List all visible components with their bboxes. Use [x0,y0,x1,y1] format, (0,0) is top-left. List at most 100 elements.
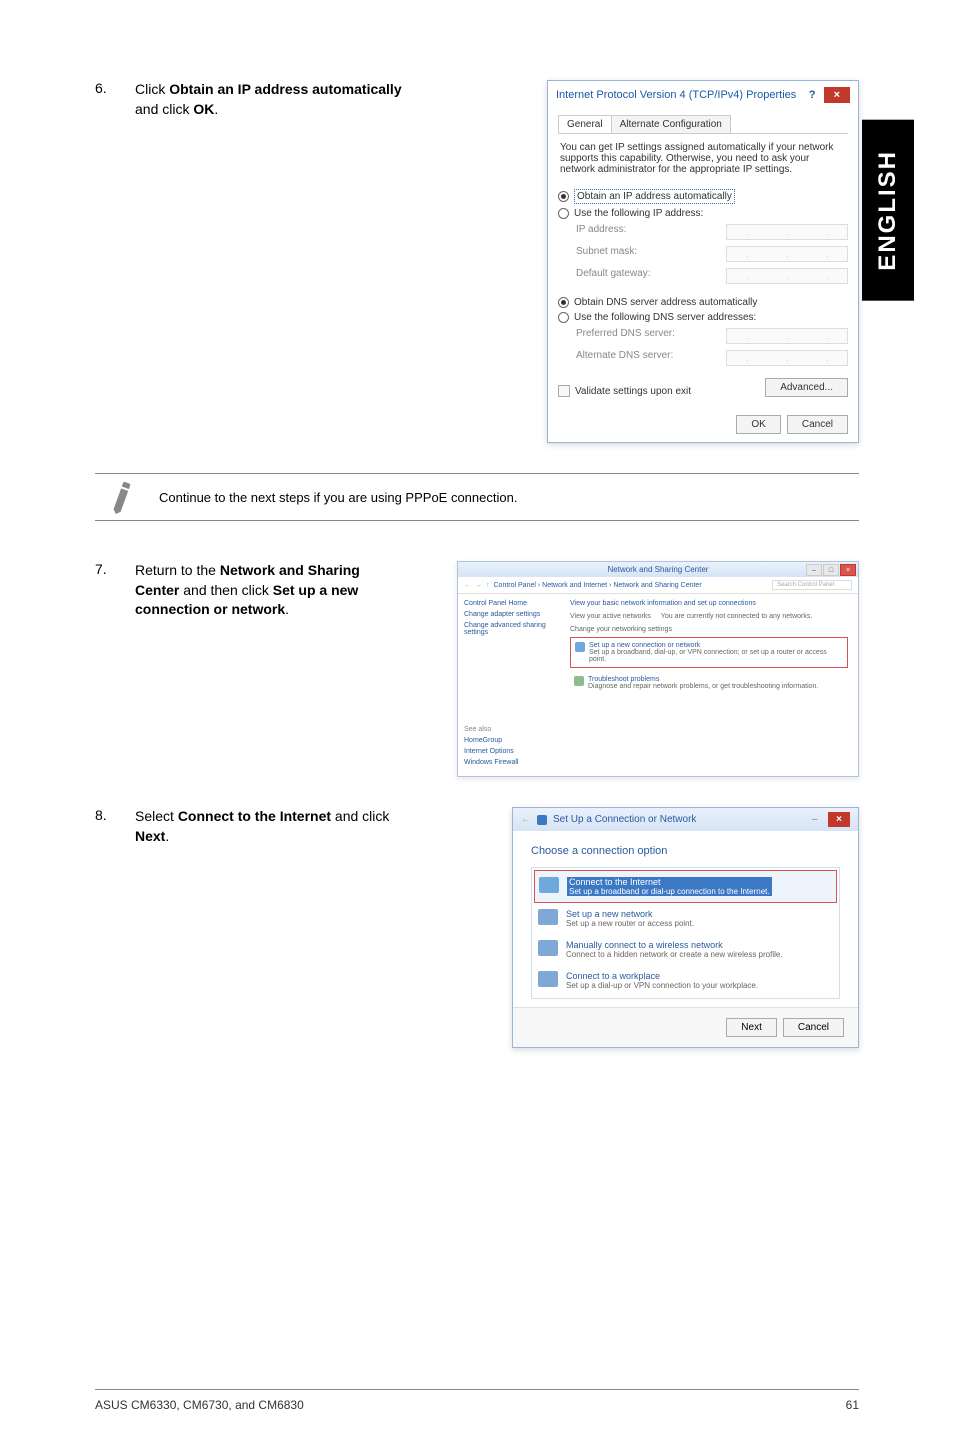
ns-sidebar: Control Panel Home Change adapter settin… [458,594,560,776]
t: OK [193,101,214,117]
t: Connect to the Internet [178,808,331,824]
setup-connection-window: ← Set Up a Connection or Network – × Cho… [512,807,859,1048]
page-number: 61 [846,1398,859,1412]
radio-icon [558,208,569,219]
radio-icon [558,312,569,323]
step-8: 8. Select Connect to the Internet and cl… [95,807,859,1048]
setup-desc: Set up a broadband, dial-up, or VPN conn… [589,649,843,663]
footer-product: ASUS CM6330, CM6730, and CM6830 [95,1398,304,1412]
dialog-body: General Alternate Configuration You can … [548,109,858,407]
step-7-number: 7. [95,561,135,777]
close-button[interactable]: × [840,564,856,576]
conn-heading: Choose a connection option [531,845,840,857]
workplace-icon [538,971,558,987]
t: Return to the [135,562,220,578]
option-connect-internet[interactable]: Connect to the Internet Set up a broadba… [534,870,837,903]
close-button[interactable]: × [824,87,850,103]
page-content: 6. Click Obtain an IP address automatica… [0,0,954,1108]
radio-use-following-dns[interactable]: Use the following DNS server addresses: [558,310,848,325]
back-icon[interactable]: ← [521,814,531,825]
tabs: General Alternate Configuration [558,115,848,134]
conn-footer: Next Cancel [513,1007,858,1047]
label: Subnet mask: [576,246,637,262]
help-button[interactable]: ? [801,87,824,103]
window-icon [537,815,547,825]
see-also-label: See also [464,726,554,733]
back-icon[interactable]: ← [464,582,471,589]
highlighted-setup-option: Set up a new connection or network Set u… [570,637,848,668]
t: Click [135,81,169,97]
sidebar-home[interactable]: Control Panel Home [464,600,554,607]
radio-obtain-ip-auto[interactable]: Obtain an IP address automatically [558,187,848,206]
ns-main: View your basic network information and … [560,594,858,776]
up-icon[interactable]: ↑ [486,582,490,589]
t: Select [135,808,178,824]
advanced-button[interactable]: Advanced... [765,378,848,397]
step-8-text: Select Connect to the Internet and click… [135,807,415,1048]
active-networks-label: View your active networks [570,613,651,620]
cancel-button[interactable]: Cancel [787,415,848,434]
setup-title: Set up a new connection or network [589,642,843,649]
cancel-button[interactable]: Cancel [783,1018,844,1037]
radio-label: Use the following DNS server addresses: [574,312,756,323]
radio-icon [558,191,569,202]
dialog-description: You can get IP settings assigned automat… [558,134,848,179]
troubleshoot-title: Troubleshoot problems [588,676,818,683]
sidebar-internet-options[interactable]: Internet Options [464,748,554,755]
globe-icon [539,877,559,893]
option-title: Connect to a workplace [566,971,758,981]
ns-breadcrumb: ← → ↑ Control Panel › Network and Intern… [458,577,858,594]
ok-button[interactable]: OK [736,415,780,434]
sidebar-homegroup[interactable]: HomeGroup [464,737,554,744]
sidebar-adapter[interactable]: Change adapter settings [464,611,554,618]
t: . [285,601,289,617]
option-wireless[interactable]: Manually connect to a wireless network C… [534,934,837,965]
minimize-button[interactable]: – [804,812,826,827]
ip-group: Obtain an IP address automatically Use t… [558,187,848,287]
dialog-buttons: OK Cancel [548,407,858,442]
close-button[interactable]: × [828,812,850,827]
conn-body: Choose a connection option Connect to th… [513,831,858,1007]
dialog-titlebar: Internet Protocol Version 4 (TCP/IPv4) P… [548,81,858,109]
change-settings-label: Change your networking settings [570,626,848,633]
option-workplace[interactable]: Connect to a workplace Set up a dial-up … [534,965,837,996]
sidebar-sharing[interactable]: Change advanced sharing settings [464,622,554,636]
option-title: Manually connect to a wireless network [566,940,783,950]
radio-use-following-ip[interactable]: Use the following IP address: [558,206,848,221]
footer-rule [95,1389,859,1390]
radio-obtain-dns-auto[interactable]: Obtain DNS server address automatically [558,295,848,310]
option-new-network[interactable]: Set up a new network Set up a new router… [534,903,837,934]
step-6-text: Click Obtain an IP address automatically… [135,80,415,443]
t: and click [331,808,389,824]
tab-general[interactable]: General [558,115,612,133]
ip-input[interactable]: ... [726,350,848,366]
ip-input[interactable]: ... [726,268,848,284]
troubleshoot-icon [574,676,584,686]
troubleshoot-link[interactable]: Troubleshoot problems Diagnose and repai… [570,672,848,694]
sidebar-windows-firewall[interactable]: Windows Firewall [464,759,554,766]
step-8-image: ← Set Up a Connection or Network – × Cho… [415,807,859,1048]
ip-input[interactable]: ... [726,246,848,262]
label: Alternate DNS server: [576,350,673,366]
troubleshoot-desc: Diagnose and repair network problems, or… [588,683,818,690]
minimize-button[interactable]: – [806,564,822,576]
maximize-button[interactable]: □ [823,564,839,576]
ip-input[interactable]: ... [726,328,848,344]
radio-label: Obtain DNS server address automatically [574,297,757,308]
field-ip-address: IP address: ... [558,221,848,243]
ip-input[interactable]: ... [726,224,848,240]
checkbox-icon [558,385,570,397]
forward-icon[interactable]: → [475,582,482,589]
page-footer: ASUS CM6330, CM6730, and CM6830 61 [95,1398,859,1412]
radio-icon [558,297,569,308]
dns-group: Obtain DNS server address automatically … [558,295,848,369]
path-text[interactable]: Control Panel › Network and Internet › N… [494,582,702,589]
next-button[interactable]: Next [726,1018,777,1037]
ns-titlebar: Network and Sharing Center – □ × [458,562,858,577]
search-input[interactable]: Search Control Panel [772,580,852,590]
checkbox-validate[interactable]: Validate settings upon exit [558,385,691,397]
setup-new-connection-link[interactable]: Set up a new connection or network Set u… [575,642,843,663]
t: Obtain an IP address automatically [169,81,401,97]
t: Next [135,828,165,844]
tab-alternate[interactable]: Alternate Configuration [611,115,731,133]
